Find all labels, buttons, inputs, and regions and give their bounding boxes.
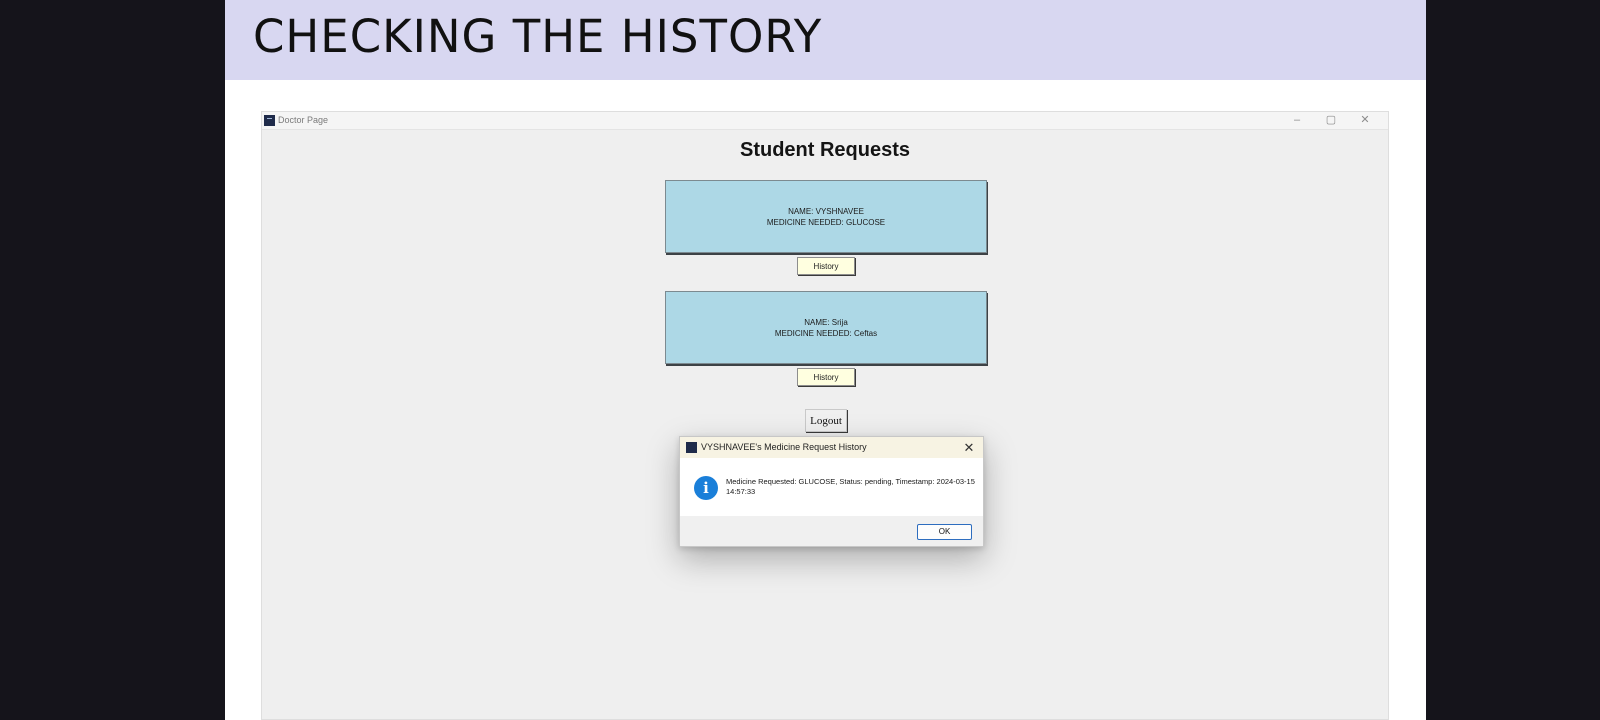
dialog-titlebar: VYSHNAVEE's Medicine Request History ✕ xyxy=(680,437,983,458)
dialog-message: Medicine Requested: GLUCOSE, Status: pen… xyxy=(726,477,975,496)
history-dialog: VYSHNAVEE's Medicine Request History ✕ i… xyxy=(679,436,984,547)
request-medicine: MEDICINE NEEDED: GLUCOSE xyxy=(766,217,886,227)
dialog-title: VYSHNAVEE's Medicine Request History xyxy=(701,442,867,452)
ok-button[interactable]: OK xyxy=(917,524,972,540)
history-button[interactable]: History xyxy=(797,368,855,386)
window-title: Doctor Page xyxy=(278,115,329,125)
app-icon xyxy=(686,442,697,453)
request-card: NAME: Srija MEDICINE NEEDED: Ceftas xyxy=(665,291,987,364)
request-card: NAME: VYSHNAVEE MEDICINE NEEDED: GLUCOSE xyxy=(665,180,987,253)
request-name: NAME: VYSHNAVEE xyxy=(788,206,864,216)
app-icon xyxy=(264,115,275,126)
doctor-page-window: Doctor Page – ▢ ✕ Student Requests NAME:… xyxy=(261,111,1389,720)
dialog-footer: OK xyxy=(680,516,983,546)
slide-title: CHECKING THE HISTORY xyxy=(253,10,823,63)
dialog-body: i Medicine Requested: GLUCOSE, Status: p… xyxy=(680,458,983,517)
maximize-icon[interactable]: ▢ xyxy=(1316,112,1346,129)
presentation-slide: CHECKING THE HISTORY Doctor Page – ▢ ✕ S… xyxy=(225,0,1426,720)
page-heading: Student Requests xyxy=(739,139,911,161)
history-button[interactable]: History xyxy=(797,257,855,275)
window-titlebar: Doctor Page – ▢ ✕ xyxy=(262,112,1388,130)
logout-button[interactable]: Logout xyxy=(805,409,847,432)
close-icon[interactable]: ✕ xyxy=(959,438,979,458)
close-icon[interactable]: ✕ xyxy=(1350,112,1380,129)
minimize-icon[interactable]: – xyxy=(1282,112,1312,129)
request-name: NAME: Srija xyxy=(804,317,848,327)
request-medicine: MEDICINE NEEDED: Ceftas xyxy=(774,328,878,338)
info-icon: i xyxy=(694,476,718,500)
slide-header-band: CHECKING THE HISTORY xyxy=(225,0,1426,80)
